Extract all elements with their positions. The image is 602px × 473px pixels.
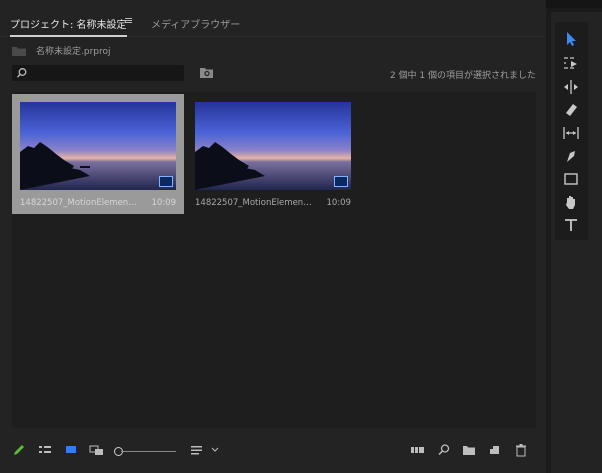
selection-status: 2 個中 1 個の項目が選択されました: [389, 71, 536, 81]
project-bottom-toolbar: [0, 436, 546, 466]
folder-icon: [12, 46, 26, 56]
new-item-icon[interactable]: [488, 443, 502, 457]
find-icon[interactable]: [437, 443, 451, 457]
rectangle-tool-icon[interactable]: [562, 170, 580, 188]
tab-project[interactable]: プロジェクト: 名称未設定: [10, 16, 127, 37]
clip-duration: 10:09: [151, 198, 177, 208]
pen-tool-icon[interactable]: [562, 147, 580, 165]
new-bin-icon[interactable]: [462, 443, 476, 457]
selection-tool-icon[interactable]: [562, 30, 580, 48]
trash-icon[interactable]: [514, 443, 528, 457]
slip-tool-icon[interactable]: [562, 124, 580, 142]
clip-duration: 10:09: [326, 198, 352, 208]
clip-card[interactable]: 14822507_MotionElement... 10:09: [12, 94, 184, 214]
project-path-row: 名称未設定.prproj: [12, 44, 111, 57]
clip-type-badge: [334, 176, 348, 187]
icon-view-icon[interactable]: [64, 443, 78, 457]
project-file-name: 名称未設定.prproj: [36, 47, 111, 57]
type-tool-icon[interactable]: [562, 216, 580, 234]
clip-card[interactable]: 14822507_MotionElement... 10:09: [187, 94, 359, 214]
razor-tool-icon[interactable]: [562, 101, 580, 119]
hand-tool-icon[interactable]: [562, 193, 580, 211]
track-select-tool-icon[interactable]: [562, 54, 580, 72]
clip-grid: 14822507_MotionElement... 10:09 14822507…: [12, 92, 536, 428]
search-icon: [16, 68, 27, 78]
clip-name: 14822507_MotionElement...: [195, 198, 313, 208]
clip-type-badge: [159, 176, 173, 187]
project-panel: プロジェクト: 名称未設定 ≡ メディアブラウザー 名称未設定.prproj 2…: [0, 0, 546, 473]
automate-to-sequence-icon[interactable]: [410, 443, 426, 457]
chevron-down-icon[interactable]: [210, 443, 220, 457]
clip-name: 14822507_MotionElement...: [20, 198, 138, 208]
clip-thumbnail: [195, 102, 351, 190]
zoom-slider-track[interactable]: [121, 451, 176, 452]
freeform-view-icon[interactable]: [89, 443, 105, 457]
tab-media-browser[interactable]: メディアブラウザー: [151, 16, 240, 31]
search-field[interactable]: [12, 65, 184, 81]
pencil-icon[interactable]: [12, 443, 26, 457]
ripple-edit-tool-icon[interactable]: [562, 78, 580, 96]
sort-icon[interactable]: [190, 443, 204, 457]
panel-menu-icon[interactable]: ≡: [124, 14, 133, 27]
panel-tab-bar: プロジェクト: 名称未設定 ≡ メディアブラウザー: [0, 10, 546, 37]
search-bin-icon[interactable]: [200, 67, 213, 78]
clip-thumbnail: [20, 102, 176, 190]
list-view-icon[interactable]: [38, 443, 52, 457]
